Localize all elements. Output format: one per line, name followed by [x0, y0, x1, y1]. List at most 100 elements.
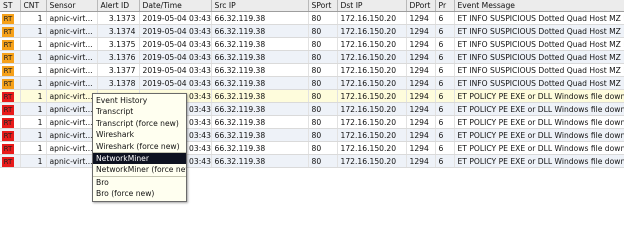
- cell-sensor: apnic-virt...: [46, 128, 98, 142]
- cell-event-message: ET INFO SUSPICIOUS Dotted Quad Host MZ R…: [454, 11, 624, 25]
- menu-item-networkminer-force-new[interactable]: NetworkMiner (force new): [93, 164, 186, 175]
- cell-pr: 6: [435, 128, 455, 142]
- cell-src-ip: 66.32.119.38: [211, 154, 309, 168]
- cell-dst-ip: 172.16.150.20: [337, 76, 407, 90]
- cell-dst-ip: 172.16.150.20: [337, 89, 407, 103]
- column-header-pr[interactable]: Pr: [435, 0, 455, 12]
- cell-dport: 1294: [406, 115, 436, 129]
- column-header-dport[interactable]: DPort: [406, 0, 436, 12]
- cell-sport: 80: [308, 76, 338, 90]
- table-row[interactable]: RT 1apnic-virt...3.13752019-05-04 03:43:5…: [0, 37, 624, 51]
- cell-event-message: ET POLICY PE EXE or DLL Windows file dow…: [454, 89, 624, 103]
- cell-event-message: ET INFO SUSPICIOUS Dotted Quad Host MZ R…: [454, 24, 624, 38]
- status-badge: RT: [2, 104, 14, 115]
- table-row[interactable]: RT 1apnic-virt...3.13782019-05-04 03:43:5…: [0, 76, 624, 90]
- table-row[interactable]: RT 1apnic-virt...3.13742019-05-04 03:43:5…: [0, 24, 624, 38]
- cell-st[interactable]: RT: [0, 102, 21, 116]
- cell-sensor: apnic-virt...: [46, 115, 98, 129]
- cell-alert-id: 3.1375: [97, 37, 140, 51]
- menu-item-bro[interactable]: Bro: [93, 177, 186, 188]
- column-header-st[interactable]: ST: [0, 0, 21, 12]
- column-header-event-message[interactable]: Event Message: [454, 0, 624, 12]
- cell-sport: 80: [308, 128, 338, 142]
- column-header-datetime[interactable]: Date/Time: [139, 0, 212, 12]
- cell-pr: 6: [435, 115, 455, 129]
- table-row[interactable]: RT 1apnic-virt...3.13772019-05-04 03:43:5…: [0, 63, 624, 77]
- column-header-alert-id[interactable]: Alert ID: [97, 0, 140, 12]
- cell-cnt: 1: [20, 24, 47, 38]
- cell-event-message: ET POLICY PE EXE or DLL Windows file dow…: [454, 154, 624, 168]
- menu-item-wireshark-force-new[interactable]: Wireshark (force new): [93, 141, 186, 152]
- cell-src-ip: 66.32.119.38: [211, 76, 309, 90]
- cell-sport: 80: [308, 24, 338, 38]
- column-header-dst-ip[interactable]: Dst IP: [337, 0, 407, 12]
- cell-st[interactable]: RT: [0, 11, 21, 25]
- status-badge: RT: [2, 65, 14, 76]
- status-badge: RT: [2, 52, 14, 63]
- column-header-sport[interactable]: SPort: [308, 0, 338, 12]
- cell-event-message: ET INFO SUSPICIOUS Dotted Quad Host MZ R…: [454, 63, 624, 77]
- cell-sensor: apnic-virt...: [46, 63, 98, 77]
- cell-st[interactable]: RT: [0, 128, 21, 142]
- context-menu: Event History Transcript Transcript (force…: [92, 93, 187, 202]
- cell-event-message: ET POLICY PE EXE or DLL Windows file dow…: [454, 115, 624, 129]
- cell-st[interactable]: RT: [0, 37, 21, 51]
- cell-pr: 6: [435, 76, 455, 90]
- cell-st[interactable]: RT: [0, 24, 21, 38]
- cell-st[interactable]: RT: [0, 89, 21, 103]
- cell-st[interactable]: RT: [0, 76, 21, 90]
- cell-sport: 80: [308, 63, 338, 77]
- cell-sensor: apnic-virt...: [46, 102, 98, 116]
- cell-st[interactable]: RT: [0, 50, 21, 64]
- column-header-sensor[interactable]: Sensor: [46, 0, 98, 12]
- cell-src-ip: 66.32.119.38: [211, 128, 309, 142]
- cell-alert-id: 3.1373: [97, 11, 140, 25]
- status-badge: RT: [2, 117, 14, 128]
- status-badge: RT: [2, 13, 14, 24]
- menu-item-bro-force-new[interactable]: Bro (force new): [93, 188, 186, 199]
- cell-sport: 80: [308, 141, 338, 155]
- cell-sensor: apnic-virt...: [46, 76, 98, 90]
- cell-event-message: ET INFO SUSPICIOUS Dotted Quad Host MZ R…: [454, 76, 624, 90]
- status-badge: RT: [2, 26, 14, 37]
- cell-alert-id: 3.1377: [97, 63, 140, 77]
- cell-dport: 1294: [406, 102, 436, 116]
- cell-st[interactable]: RT: [0, 154, 21, 168]
- cell-pr: 6: [435, 141, 455, 155]
- menu-item-event-history[interactable]: Event History: [93, 95, 186, 106]
- table-row[interactable]: RT 1apnic-virt...3.13732019-05-04 03:43:5…: [0, 11, 624, 25]
- cell-cnt: 1: [20, 50, 47, 64]
- cell-cnt: 1: [20, 128, 47, 142]
- column-header-src-ip[interactable]: Src IP: [211, 0, 309, 12]
- cell-src-ip: 66.32.119.38: [211, 37, 309, 51]
- cell-st[interactable]: RT: [0, 63, 21, 77]
- cell-dst-ip: 172.16.150.20: [337, 37, 407, 51]
- menu-item-transcript[interactable]: Transcript: [93, 106, 186, 117]
- cell-sensor: apnic-virt...: [46, 37, 98, 51]
- column-header-cnt[interactable]: CNT: [20, 0, 47, 12]
- cell-dst-ip: 172.16.150.20: [337, 154, 407, 168]
- cell-src-ip: 66.32.119.38: [211, 24, 309, 38]
- cell-src-ip: 66.32.119.38: [211, 141, 309, 155]
- cell-pr: 6: [435, 63, 455, 77]
- cell-dst-ip: 172.16.150.20: [337, 115, 407, 129]
- table-row[interactable]: RT 1apnic-virt...3.13762019-05-04 03:43:5…: [0, 50, 624, 64]
- menu-item-transcript-force-new[interactable]: Transcript (force new): [93, 118, 186, 129]
- cell-pr: 6: [435, 11, 455, 25]
- cell-st[interactable]: RT: [0, 115, 21, 129]
- menu-item-networkminer[interactable]: NetworkMiner: [93, 152, 186, 165]
- cell-dport: 1294: [406, 37, 436, 51]
- cell-event-message: ET POLICY PE EXE or DLL Windows file dow…: [454, 102, 624, 116]
- cell-pr: 6: [435, 89, 455, 103]
- cell-dport: 1294: [406, 89, 436, 103]
- cell-sport: 80: [308, 89, 338, 103]
- cell-sport: 80: [308, 115, 338, 129]
- menu-item-wireshark[interactable]: Wireshark: [93, 129, 186, 140]
- cell-sport: 80: [308, 154, 338, 168]
- cell-cnt: 1: [20, 141, 47, 155]
- cell-pr: 6: [435, 24, 455, 38]
- cell-st[interactable]: RT: [0, 141, 21, 155]
- table-header-row: ST CNT Sensor Alert ID Date/Time Src IP …: [0, 0, 624, 12]
- status-badge: RT: [2, 143, 14, 154]
- cell-src-ip: 66.32.119.38: [211, 115, 309, 129]
